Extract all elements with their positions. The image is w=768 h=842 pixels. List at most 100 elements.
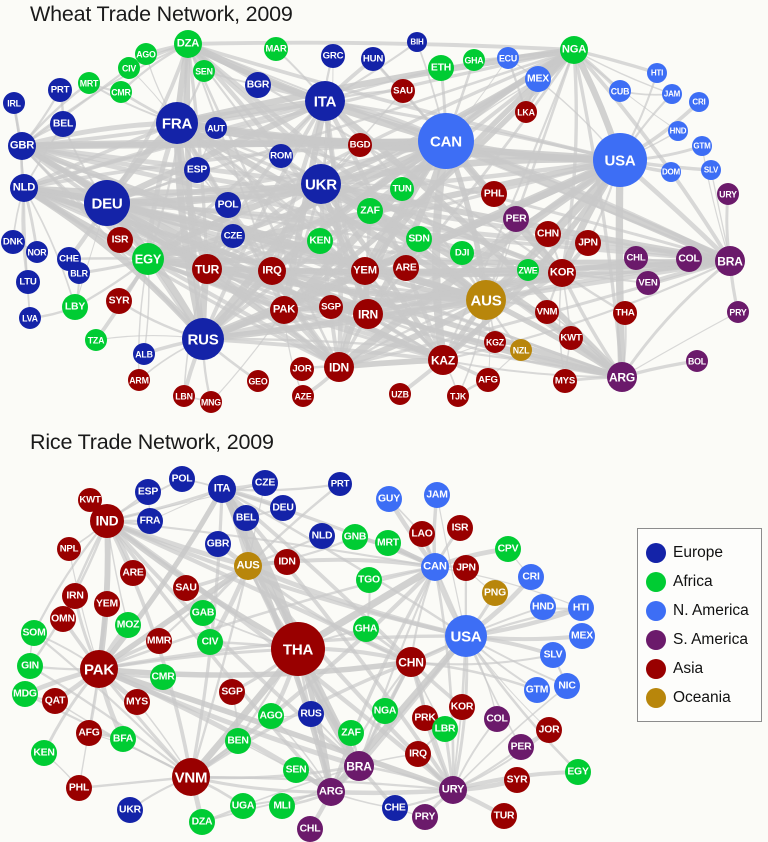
node-egy[interactable]: EGY (565, 759, 591, 785)
node-mex[interactable]: MEX (569, 623, 595, 649)
node-cpv[interactable]: CPV (495, 536, 521, 562)
node-bel[interactable]: BEL (233, 505, 259, 531)
node-cri[interactable]: CRI (518, 564, 544, 590)
node-phl[interactable]: PHL (66, 775, 92, 801)
node-afg[interactable]: AFG (476, 368, 500, 392)
node-aze[interactable]: AZE (292, 385, 314, 407)
node-irq[interactable]: IRQ (258, 257, 286, 285)
node-gtm[interactable]: GTM (524, 677, 550, 703)
node-bih[interactable]: BIH (407, 32, 427, 52)
node-grc[interactable]: GRC (321, 44, 345, 68)
node-ukr[interactable]: UKR (117, 797, 143, 823)
node-esp[interactable]: ESP (184, 157, 210, 183)
node-tza[interactable]: TZA (85, 329, 107, 351)
node-usa[interactable]: USA (593, 133, 647, 187)
node-col[interactable]: COL (676, 246, 702, 272)
node-deu[interactable]: DEU (84, 180, 130, 226)
node-nzl[interactable]: NZL (510, 339, 532, 361)
node-rom[interactable]: ROM (269, 144, 293, 168)
node-ury[interactable]: URY (717, 183, 739, 205)
node-som[interactable]: SOM (21, 620, 47, 646)
node-ltu[interactable]: LTU (16, 270, 40, 294)
node-ury[interactable]: URY (439, 776, 467, 804)
node-yem[interactable]: YEM (351, 257, 379, 285)
node-mys[interactable]: MYS (553, 369, 577, 393)
node-nld[interactable]: NLD (10, 174, 38, 202)
node-esp[interactable]: ESP (135, 479, 161, 505)
node-bra[interactable]: BRA (715, 246, 745, 276)
node-ken[interactable]: KEN (307, 228, 333, 254)
node-col[interactable]: COL (484, 706, 510, 732)
node-irl[interactable]: IRL (3, 92, 25, 114)
node-lka[interactable]: LKA (515, 101, 537, 123)
node-pry[interactable]: PRY (412, 804, 438, 830)
node-ken[interactable]: KEN (31, 740, 57, 766)
node-chn[interactable]: CHN (535, 221, 561, 247)
node-lbr[interactable]: LBR (432, 716, 458, 742)
node-per[interactable]: PER (508, 734, 534, 760)
node-npl[interactable]: NPL (57, 537, 81, 561)
node-cze[interactable]: CZE (252, 470, 278, 496)
node-jam[interactable]: JAM (424, 482, 450, 508)
node-sdn[interactable]: SDN (406, 226, 432, 252)
node-tgo[interactable]: TGO (356, 567, 382, 593)
node-aus[interactable]: AUS (466, 280, 506, 320)
node-tun[interactable]: TUN (390, 177, 414, 201)
node-che[interactable]: CHE (382, 795, 408, 821)
node-gha[interactable]: GHA (463, 49, 485, 71)
node-gin[interactable]: GIN (17, 653, 43, 679)
node-cri[interactable]: CRI (689, 92, 709, 112)
node-kwt[interactable]: KWT (559, 326, 583, 350)
node-prt[interactable]: PRT (48, 78, 72, 102)
node-ukr[interactable]: UKR (301, 164, 341, 204)
node-zaf[interactable]: ZAF (357, 198, 383, 224)
node-jor[interactable]: JOR (536, 717, 562, 743)
node-hnd[interactable]: HND (530, 594, 556, 620)
node-prt[interactable]: PRT (328, 472, 352, 496)
node-vnm[interactable]: VNM (535, 300, 559, 324)
node-deu[interactable]: DEU (270, 495, 296, 521)
node-rus[interactable]: RUS (182, 318, 224, 360)
node-kor[interactable]: KOR (548, 259, 576, 287)
node-moz[interactable]: MOZ (115, 612, 141, 638)
node-isr[interactable]: ISR (107, 227, 133, 253)
node-chl[interactable]: CHL (624, 246, 648, 270)
node-gtm[interactable]: GTM (692, 136, 712, 156)
node-dza[interactable]: DZA (174, 30, 202, 58)
node-zaf[interactable]: ZAF (338, 720, 364, 746)
node-mmr[interactable]: MMR (146, 628, 172, 654)
node-lbn[interactable]: LBN (173, 385, 195, 407)
node-blr[interactable]: BLR (68, 262, 90, 284)
node-are[interactable]: ARE (393, 255, 419, 281)
node-ven[interactable]: VEN (636, 271, 660, 295)
node-kaz[interactable]: KAZ (428, 345, 458, 375)
node-chl[interactable]: CHL (297, 816, 323, 842)
node-mdg[interactable]: MDG (12, 681, 38, 707)
node-civ[interactable]: CIV (118, 57, 140, 79)
node-guy[interactable]: GUY (376, 486, 402, 512)
node-mli[interactable]: MLI (269, 793, 295, 819)
node-tha[interactable]: THA (271, 622, 325, 676)
node-bra[interactable]: BRA (344, 751, 374, 781)
node-kor[interactable]: KOR (449, 694, 475, 720)
node-dji[interactable]: DJI (450, 241, 474, 265)
node-jor[interactable]: JOR (290, 357, 314, 381)
node-sen[interactable]: SEN (283, 757, 309, 783)
node-tha[interactable]: THA (613, 301, 637, 325)
node-irq[interactable]: IRQ (405, 741, 431, 767)
node-lva[interactable]: LVA (19, 307, 41, 329)
node-afg[interactable]: AFG (76, 720, 102, 746)
node-fra[interactable]: FRA (137, 508, 163, 534)
node-lby[interactable]: LBY (62, 294, 88, 320)
node-mrt[interactable]: MRT (78, 72, 100, 94)
node-idn[interactable]: IDN (324, 352, 354, 382)
node-sau[interactable]: SAU (173, 575, 199, 601)
node-aut[interactable]: AUT (205, 117, 227, 139)
node-vnm[interactable]: VNM (172, 758, 210, 796)
node-cmr[interactable]: CMR (150, 664, 176, 690)
node-usa[interactable]: USA (445, 615, 487, 657)
node-slv[interactable]: SLV (540, 642, 566, 668)
node-aus[interactable]: AUS (234, 552, 262, 580)
node-tjk[interactable]: TJK (447, 385, 469, 407)
node-ago[interactable]: AGO (258, 703, 284, 729)
